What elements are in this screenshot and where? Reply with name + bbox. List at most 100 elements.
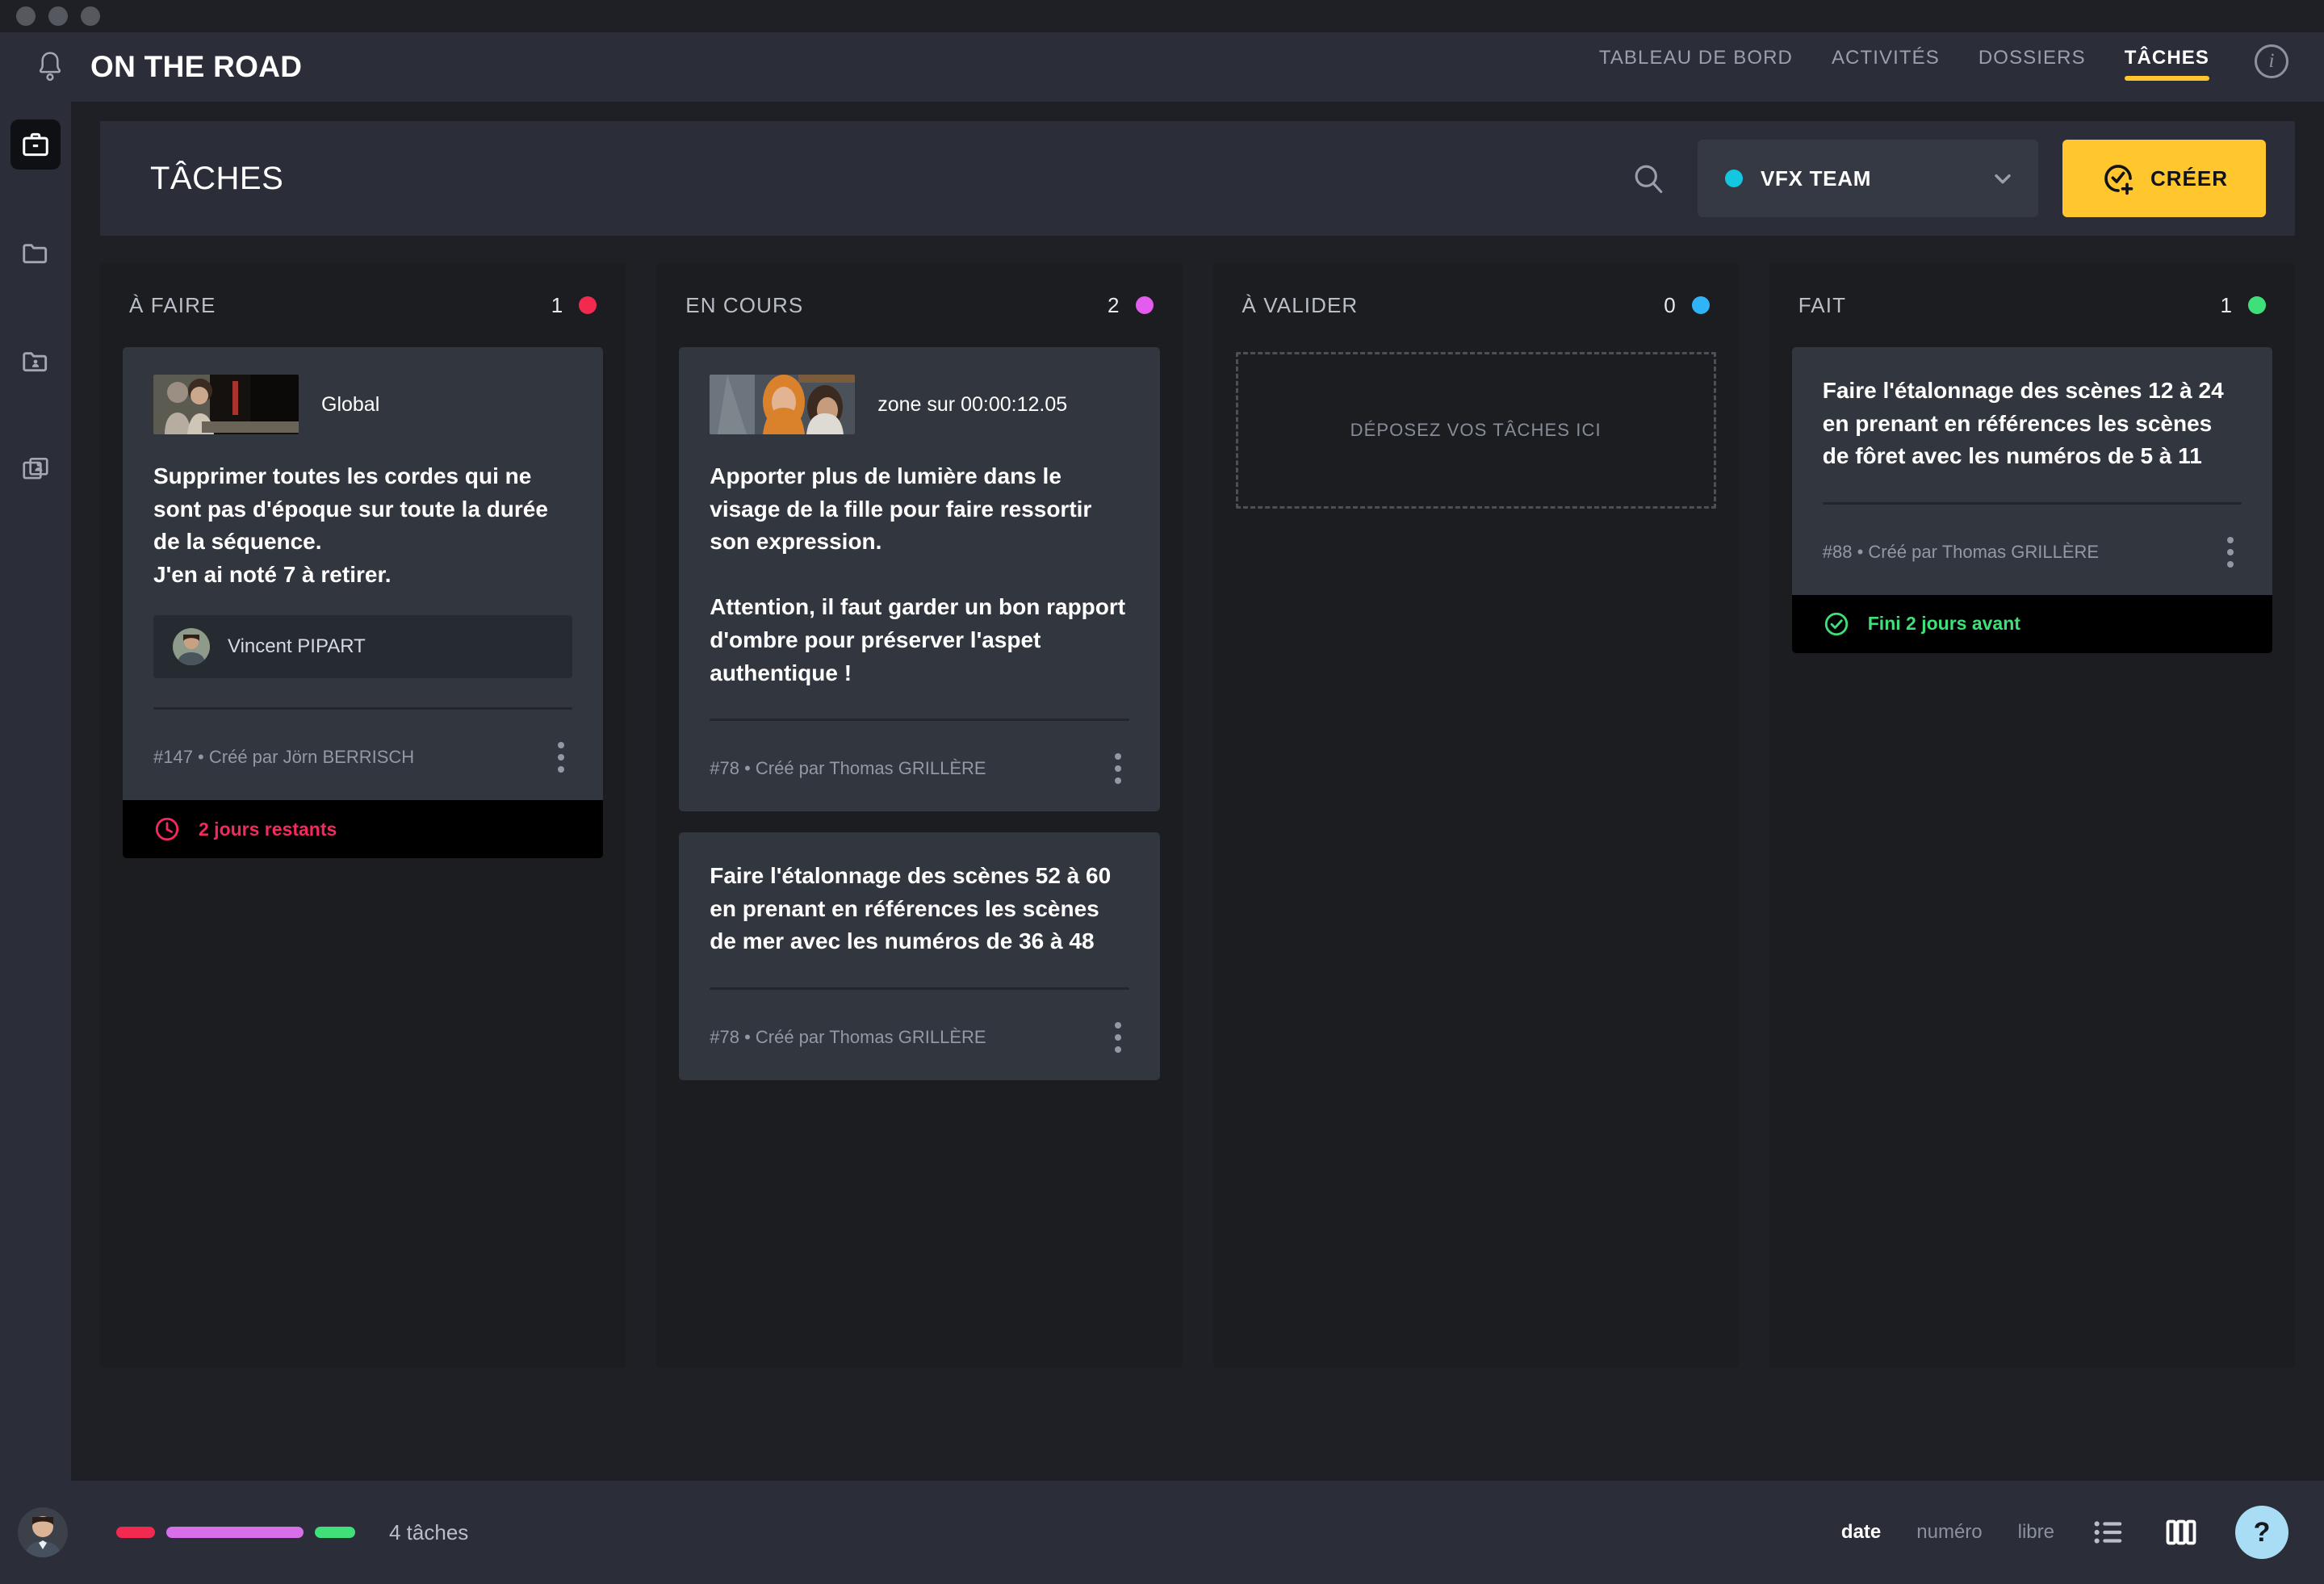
create-task-label: CRÉER [2150,166,2228,191]
info-icon[interactable]: i [2255,44,2288,78]
kanban-column[interactable]: À VALIDER 0 DÉPOSEZ VOS TÂCHES ICI [1212,263,1739,1368]
task-card-body: Global Supprimer toutes les cordes qui n… [123,347,603,800]
column-body[interactable]: DÉPOSEZ VOS TÂCHES ICI [1235,347,1716,1345]
task-description: Supprimer toutes les cordes qui ne sont … [153,463,548,587]
page-title: TÂCHES [150,160,284,196]
nav-item-activities[interactable]: ACTIVITÉS [1812,47,1959,87]
task-assignee[interactable]: Vincent PIPART [153,615,573,679]
task-thumbnail-label: zone sur 00:00:12.05 [877,392,1068,416]
kanban-column[interactable]: FAIT 1 Faire l'étalonnage des scènes 12 … [1769,263,2295,1368]
task-more-options-button[interactable] [550,737,572,777]
help-button[interactable]: ? [2235,1506,2288,1559]
task-card[interactable]: Faire l'étalonnage des scènes 12 à 24 en… [1791,347,2272,653]
column-header: FAIT 1 [1792,263,2272,347]
column-body[interactable]: Faire l'étalonnage des scènes 12 à 24 en… [1791,347,2272,1345]
column-view-icon [2166,1519,2196,1545]
task-status-label: 2 jours restants [199,818,337,840]
notifications-button[interactable] [27,49,73,85]
task-dropzone[interactable]: DÉPOSEZ VOS TÂCHES ICI [1235,352,1716,509]
column-body[interactable]: Global Supprimer toutes les cordes qui n… [123,347,604,1345]
kebab-dot [558,754,565,761]
list-view-icon [2094,1521,2122,1544]
task-meta-row: #78 • Créé par Thomas GRILLÈRE [710,748,1129,789]
kebab-dot [558,742,565,749]
task-status-footer: Fini 2 jours avant [1791,594,2272,653]
task-thumbnail-row: Global [153,375,572,434]
task-more-options-button[interactable] [1107,748,1129,789]
task-thumbnail-label: Global [321,392,380,416]
shot-thumbnail-image [153,375,299,434]
search-button[interactable] [1623,153,1673,203]
kanban-column[interactable]: EN COURS 2 zone sur 00:00:12.05 Apporter… [656,263,1183,1368]
nav-item-folders[interactable]: DOSSIERS [1959,47,2105,87]
sort-free-button[interactable]: libre [2018,1521,2054,1544]
kebab-dot [2227,560,2234,568]
task-card[interactable]: Global Supprimer toutes les cordes qui n… [123,347,604,859]
task-more-options-button[interactable] [2219,532,2242,572]
task-description: Faire l'étalonnage des scènes 12 à 24 en… [1822,378,2230,469]
dropzone-label: DÉPOSEZ VOS TÂCHES ICI [1350,420,1602,440]
app-body: TÂCHES VFX TEAM CRÉER À FAIRE 1 Global S… [0,102,2324,1481]
task-card[interactable]: zone sur 00:00:12.05 Apporter plus de lu… [679,347,1160,812]
column-title: FAIT [1798,292,1847,317]
progress-segment [315,1527,355,1538]
clock-icon [155,818,179,841]
window-maximize-button[interactable] [81,6,100,26]
sidebar-item-tasks[interactable] [10,119,61,170]
briefcase-icon [23,132,48,157]
task-meta-label: #147 • Créé par Jörn BERRISCH [153,747,415,768]
window-close-button[interactable] [16,6,36,26]
sort-by-number-button[interactable]: numéro [1916,1521,1982,1544]
task-meta-row: #147 • Créé par Jörn BERRISCH [153,737,572,777]
progress-segment [166,1527,304,1538]
column-body[interactable]: zone sur 00:00:12.05 Apporter plus de lu… [679,347,1160,1345]
sidebar-item-folders[interactable] [10,228,61,278]
column-count: 1 [551,292,563,317]
nav-item-dashboard[interactable]: TABLEAU DE BORD [1580,47,1812,87]
task-thumbnail-row: zone sur 00:00:12.05 [710,375,1129,434]
task-card[interactable]: Faire l'étalonnage des scènes 52 à 60 en… [679,832,1160,1080]
shot-thumbnail-image [710,375,856,434]
task-description: Apporter plus de lumière dans le visage … [710,463,1126,685]
shot-thumbnail[interactable] [710,375,856,434]
task-status-label: Fini 2 jours avant [1867,613,2020,635]
view-columns-button[interactable] [2163,1514,2200,1551]
folder-icon [23,244,48,264]
column-count: 2 [1108,292,1120,317]
kebab-dot [1114,753,1121,761]
kanban-column[interactable]: À FAIRE 1 Global Supprimer toutes les co… [100,263,626,1368]
column-header: À VALIDER 0 [1236,263,1716,347]
nav-item-tasks[interactable]: TÂCHES [2105,47,2229,87]
column-color-dot [1135,296,1154,314]
nav-items: TABLEAU DE BORD ACTIVITÉS DOSSIERS TÂCHE… [1580,47,2229,87]
window-titlebar [0,0,2324,32]
kebab-dot [1114,1033,1121,1041]
sort-by-date-button[interactable]: date [1841,1521,1881,1544]
team-selector[interactable]: VFX TEAM [1698,140,2038,217]
team-color-dot [1725,170,1743,187]
window-minimize-button[interactable] [48,6,68,26]
task-card-body: Faire l'étalonnage des scènes 12 à 24 en… [1792,347,2272,595]
column-title: À VALIDER [1242,292,1359,317]
kebab-dot [1114,1021,1121,1029]
app-window: ON THE ROAD TABLEAU DE BORD ACTIVITÉS DO… [0,0,2324,1584]
bottom-bar-left: 4 tâches [0,1507,468,1557]
column-color-dot [1691,296,1710,314]
task-card-body: Faire l'étalonnage des scènes 52 à 60 en… [679,832,1159,1080]
bell-icon [39,52,61,82]
sidebar-item-shared-folders[interactable] [10,336,61,386]
shot-thumbnail[interactable] [153,375,299,434]
task-more-options-button[interactable] [1107,1017,1129,1058]
sidebar-item-media[interactable] [10,444,61,494]
task-meta-label: #88 • Créé par Thomas GRILLÈRE [1822,541,2100,562]
view-list-button[interactable] [2090,1514,2127,1551]
task-divider [710,987,1129,990]
task-meta-row: #78 • Créé par Thomas GRILLÈRE [710,1017,1129,1058]
task-divider [153,707,573,710]
avatar[interactable] [18,1507,68,1557]
task-meta-label: #78 • Créé par Thomas GRILLÈRE [710,1026,986,1047]
column-header: À FAIRE 1 [123,263,603,347]
create-task-button[interactable]: CRÉER [2062,140,2266,217]
column-title: EN COURS [685,292,804,317]
chevron-down-icon [1995,174,2011,184]
